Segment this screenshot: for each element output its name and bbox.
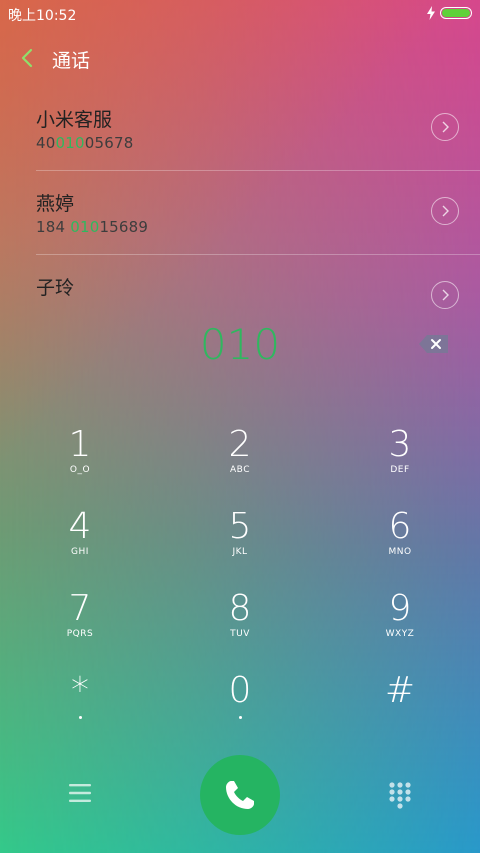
header: 通话 (0, 38, 480, 78)
key-2[interactable]: 2 ABC (180, 425, 300, 503)
page-title: 通话 (52, 50, 91, 72)
key-hash[interactable]: # (340, 671, 460, 749)
back-arrow-icon[interactable] (18, 47, 38, 69)
dialed-number[interactable]: 010 (0, 320, 480, 369)
contact-item[interactable]: 小米客服 4001005678 (0, 87, 480, 171)
contact-number: 184 01015689 (36, 218, 149, 236)
dial-input-row: 010 (0, 318, 480, 376)
key-9[interactable]: 9 WXYZ (340, 589, 460, 667)
key-4[interactable]: 4 GHI (20, 507, 140, 585)
dialpad-icon[interactable] (388, 781, 412, 809)
backspace-icon[interactable] (418, 333, 450, 355)
key-8[interactable]: 8 TUV (180, 589, 300, 667)
status-bar: 晚上10:52 (0, 0, 480, 28)
charging-icon (427, 6, 435, 20)
bottom-bar (0, 755, 480, 835)
contact-detail-icon[interactable] (431, 197, 459, 225)
phone-icon (226, 781, 254, 809)
key-3[interactable]: 3 DEF (340, 425, 460, 503)
contact-number: 4001005678 (36, 134, 134, 152)
contact-item[interactable]: 燕婷 184 01015689 (0, 171, 480, 255)
battery-icon (440, 7, 472, 19)
contact-name: 子玲 (36, 277, 75, 299)
contact-name: 小米客服 (36, 109, 113, 131)
key-6[interactable]: 6 MNO (340, 507, 460, 585)
menu-icon[interactable] (68, 782, 92, 804)
key-5[interactable]: 5 JKL (180, 507, 300, 585)
contact-name: 燕婷 (36, 193, 75, 215)
contact-suggestions: 小米客服 4001005678 燕婷 184 01015689 子玲 (0, 87, 480, 312)
contact-detail-icon[interactable] (431, 281, 459, 309)
key-1[interactable]: 1 O_O (20, 425, 140, 503)
key-7[interactable]: 7 PQRS (20, 589, 140, 667)
key-star[interactable]: * (20, 671, 140, 749)
contact-detail-icon[interactable] (431, 113, 459, 141)
contact-item[interactable]: 子玲 (0, 255, 480, 312)
key-0[interactable]: 0 (180, 671, 300, 749)
call-button[interactable] (200, 755, 280, 835)
status-time: 晚上10:52 (8, 8, 77, 24)
